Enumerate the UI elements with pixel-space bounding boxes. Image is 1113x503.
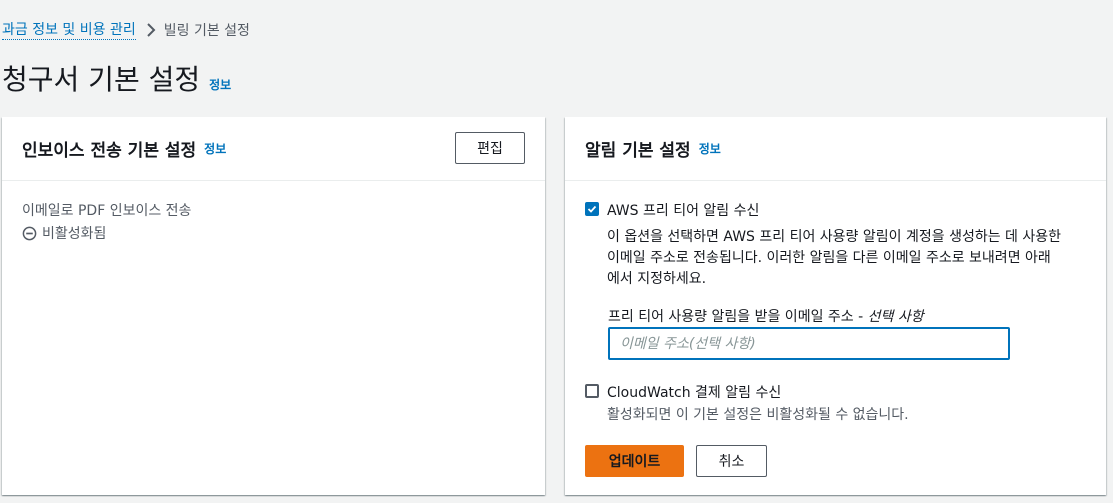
update-button[interactable]: 업데이트 [585, 445, 684, 477]
email-field-label-text: 프리 티어 사용량 알림을 받을 이메일 주소 - [608, 309, 868, 325]
alert-panel-header: 알림 기본 설정 정보 [565, 117, 1106, 181]
invoice-panel-header: 인보이스 전송 기본 설정 정보 편집 [2, 117, 545, 181]
billing-preferences-page: 과금 정보 및 비용 관리 빌링 기본 설정 청구서 기본 설정 정보 인보이스… [0, 0, 1113, 503]
breadcrumb-link-billing[interactable]: 과금 정보 및 비용 관리 [2, 21, 136, 40]
status-indicator: 비활성화됨 [22, 223, 106, 243]
cloudwatch-alert-checkbox[interactable] [585, 384, 599, 398]
free-tier-description-line: 이 옵션을 선택하면 AWS 프리 티어 사용량 알림이 계정을 생성하는 데 … [607, 229, 1062, 245]
cloudwatch-alert-label[interactable]: CloudWatch 결제 알림 수신 [607, 382, 781, 402]
free-tier-alert-checkbox[interactable] [585, 202, 599, 216]
alert-info-link[interactable]: 정보 [699, 140, 721, 157]
email-field-optional-text: 선택 사항 [867, 309, 924, 325]
invoice-delivery-panel: 인보이스 전송 기본 설정 정보 편집 이메일로 PDF 인보이스 전송 비활성… [2, 117, 545, 495]
page-header: 청구서 기본 설정 정보 [2, 58, 231, 98]
alert-preferences-panel: 알림 기본 설정 정보 AWS 프리 티어 알림 수신 이 옵션을 선택하면 A… [565, 117, 1106, 495]
disabled-circle-icon [22, 226, 37, 240]
free-tier-email-input[interactable] [608, 327, 1010, 360]
status-text: 비활성화됨 [42, 226, 107, 242]
invoice-panel-title: 인보이스 전송 기본 설정 [22, 141, 197, 161]
chevron-right-icon [146, 23, 156, 37]
checkmark-icon [587, 205, 597, 213]
pdf-invoice-setting-label: 이메일로 PDF 인보이스 전송 [22, 203, 192, 219]
free-tier-description-line: 에서 지정하세요. [607, 271, 707, 287]
page-title: 청구서 기본 설정 [2, 63, 201, 96]
breadcrumb-current: 빌링 기본 설정 [163, 23, 250, 39]
email-field-label: 프리 티어 사용량 알림을 받을 이메일 주소 - 선택 사항 [608, 306, 924, 326]
free-tier-description: 이 옵션을 선택하면 AWS 프리 티어 사용량 알림이 계정을 생성하는 데 … [607, 227, 1097, 290]
cloudwatch-description: 활성화되면 이 기본 설정은 비활성화될 수 없습니다. [607, 407, 909, 423]
page-info-link[interactable]: 정보 [209, 76, 231, 93]
invoice-info-link[interactable]: 정보 [204, 140, 226, 157]
alert-panel-title: 알림 기본 설정 [585, 141, 691, 161]
edit-button[interactable]: 편집 [455, 132, 525, 164]
breadcrumb: 과금 정보 및 비용 관리 빌링 기본 설정 [2, 18, 250, 42]
free-tier-description-line: 이메일 주소로 전송됩니다. 이러한 알림을 다른 이메일 주소로 보내려면 아… [607, 250, 1051, 266]
cancel-button[interactable]: 취소 [696, 445, 767, 477]
free-tier-alert-label[interactable]: AWS 프리 티어 알림 수신 [607, 200, 759, 220]
